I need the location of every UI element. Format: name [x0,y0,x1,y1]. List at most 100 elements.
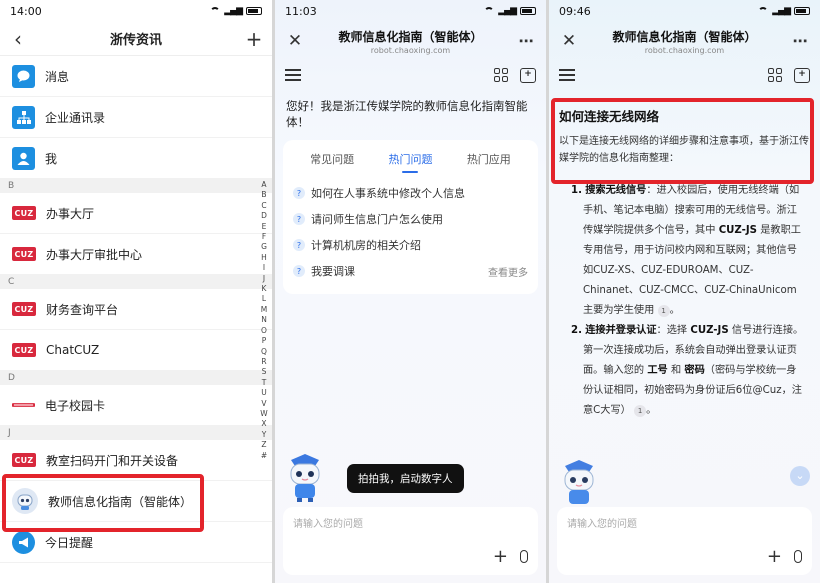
index-letter[interactable]: C [261,201,266,211]
status-bar: 11:03 ▂▄▆ [275,0,546,22]
tab-hot-apps[interactable]: 热门应用 [467,151,511,167]
question-item[interactable]: ? 请问师生信息门户怎么使用 [293,206,528,232]
chat-toolbar: + [275,60,546,90]
tab-common-questions[interactable]: 常见问题 [310,151,354,167]
chat-input-box[interactable]: 请输入您的问题 + [283,507,538,575]
list-item-label: ChatCUZ [46,343,100,357]
question-text: 计算机机房的相关介绍 [311,239,421,252]
question-mark-icon: ? [293,213,305,225]
battery-icon [246,7,262,15]
new-chat-icon[interactable]: + [794,67,810,83]
list-item-approval-center[interactable]: CUZ 办事大厅审批中心 [0,234,272,275]
nav-bar: ‹ 浙传资讯 + [0,22,272,56]
index-letter[interactable]: F [262,232,266,242]
index-letter[interactable]: R [261,357,266,367]
signal-icon: ▂▄▆ [498,6,517,16]
index-letter[interactable]: B [261,190,266,200]
status-icons: ▂▄▆ [484,6,536,16]
index-letter[interactable]: X [261,419,266,429]
new-chat-icon[interactable]: + [520,67,536,83]
battery-icon [520,7,536,15]
question-item[interactable]: ? 计算机机房的相关介绍 [293,232,528,258]
section-header-c: C [0,275,272,289]
index-letter[interactable]: G [261,242,267,252]
more-options-icon[interactable]: ⋯ [516,31,536,51]
index-letter[interactable]: V [261,399,266,409]
index-letter[interactable]: U [261,388,267,398]
cuz-logo-icon: CUZ [12,302,36,316]
chat-input-box[interactable]: 请输入您的问题 + [557,507,812,575]
microphone-icon[interactable] [794,550,802,563]
index-letter[interactable]: K [262,284,267,294]
list-item-finance[interactable]: CUZ 财务查询平台 [0,289,272,330]
page-url: robot.chaoxing.com [644,45,725,55]
section-header-d: D [0,371,272,385]
close-icon[interactable]: ✕ [559,31,579,51]
alphabet-index-bar[interactable]: A B C D E F G H I J K L M N O P Q R S T U V W X Y Z # [259,180,269,461]
list-item-campus-card[interactable]: 电子校园卡 [0,385,272,426]
list-item-service-hall[interactable]: CUZ 办事大厅 [0,193,272,234]
index-letter[interactable]: D [261,211,267,221]
index-letter[interactable]: L [262,294,266,304]
index-letter[interactable]: P [262,336,267,346]
question-mark-icon: ? [293,187,305,199]
index-letter[interactable]: S [262,367,267,377]
list-item-label: 财务查询平台 [46,302,119,317]
scroll-down-icon[interactable]: ⌄ [790,466,810,486]
close-icon[interactable]: ✕ [285,31,305,51]
index-letter[interactable]: M [261,305,267,315]
wifi-icon [758,7,769,15]
apps-grid-icon[interactable] [768,68,782,82]
index-letter[interactable]: N [261,315,267,325]
index-letter[interactable]: A [261,180,266,190]
index-letter[interactable]: E [262,222,267,232]
menu-icon[interactable] [559,69,575,81]
question-item[interactable]: ? 我要调课 查看更多 [293,258,528,284]
index-letter[interactable]: Y [262,430,267,440]
highlight-box-agent-entry [2,474,204,532]
index-letter[interactable]: H [261,253,267,263]
digital-human-avatar[interactable] [557,458,601,508]
index-letter[interactable]: W [260,409,267,419]
question-text: 请问师生信息门户怎么使用 [311,213,443,226]
list-item-chatcuz[interactable]: CUZ ChatCUZ [0,330,272,371]
index-letter[interactable]: Q [261,347,267,357]
microphone-icon[interactable] [520,550,528,563]
status-time: 09:46 [559,4,591,18]
status-bar: 14:00 ▂▄▆ [0,0,272,22]
list-item-label: 教室扫码开门和开关设备 [46,453,179,468]
list-item-label: 我 [45,151,58,166]
section-header-j: J [0,426,272,440]
index-letter[interactable]: Z [261,440,266,450]
list-item-label: 办事大厅 [46,206,95,221]
index-letter[interactable]: T [262,378,267,388]
citation-badge[interactable]: 1 [634,405,647,417]
add-attachment-icon[interactable]: + [493,546,508,567]
apps-grid-icon[interactable] [494,68,508,82]
list-item-directory[interactable]: 企业通讯录 [0,97,272,138]
digital-human-avatar[interactable] [283,452,327,502]
cuz-logo-icon: CUZ [12,343,36,357]
menu-icon[interactable] [285,69,301,81]
digital-human-tooltip[interactable]: 拍拍我，启动数字人 [347,464,464,493]
more-options-icon[interactable]: ⋯ [790,31,810,51]
see-more-link[interactable]: 查看更多 [488,264,528,279]
index-letter[interactable]: # [261,451,267,461]
index-letter[interactable]: I [263,263,265,273]
list-item-me[interactable]: 我 [0,138,272,179]
page-title: 浙传资讯 [109,33,162,48]
index-letter[interactable]: J [263,274,265,284]
add-attachment-icon[interactable]: + [767,546,782,567]
question-text: 我要调课 [311,265,355,278]
section-header-b: B [0,179,272,193]
wifi-icon [484,7,495,15]
tab-hot-questions[interactable]: 热门问题 [388,151,432,173]
list-item-label: 企业通讯录 [45,110,106,125]
add-icon[interactable]: + [244,29,264,49]
back-icon[interactable]: ‹ [8,29,28,49]
question-item[interactable]: ? 如何在人事系统中修改个人信息 [293,180,528,206]
index-letter[interactable]: O [261,326,267,336]
list-item-messages[interactable]: 消息 [0,56,272,97]
citation-badge[interactable]: 1 [657,305,670,317]
list-item-label: 办事大厅审批中心 [46,247,143,262]
